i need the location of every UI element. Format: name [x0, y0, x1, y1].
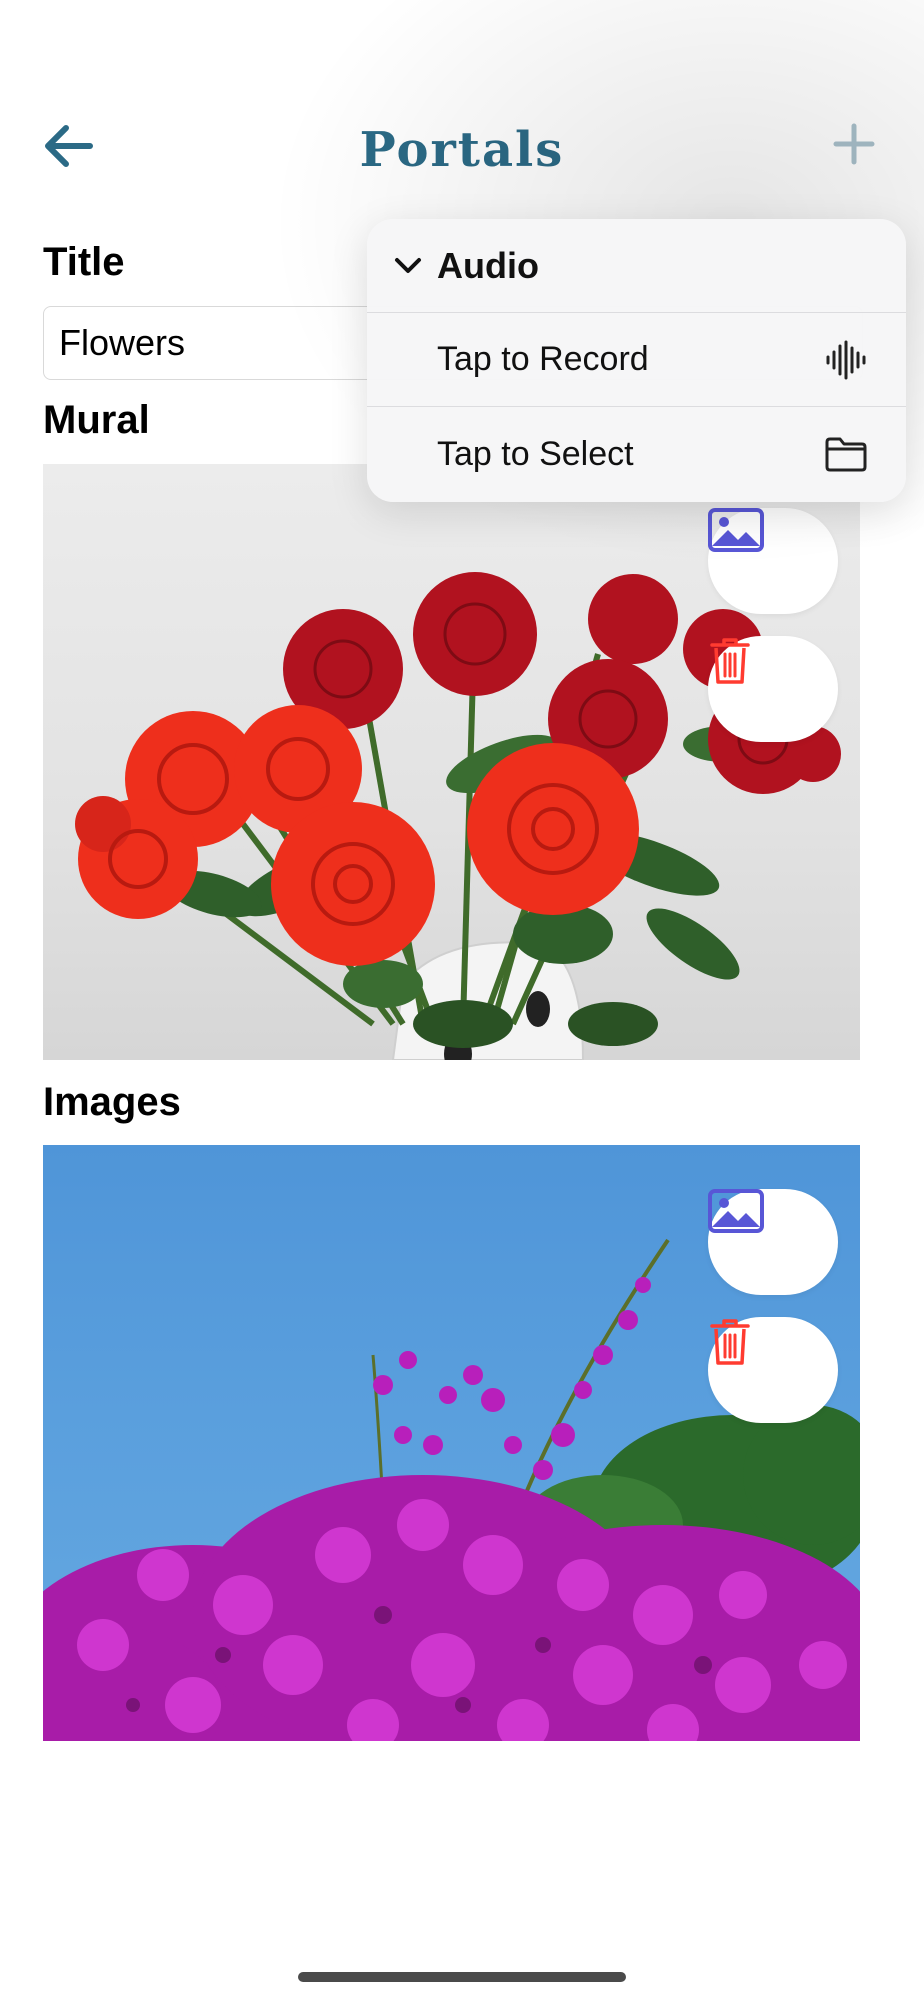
audio-menu-title: Audio — [437, 244, 539, 286]
images-label: Images — [43, 1080, 181, 1124]
images-delete-button[interactable] — [708, 1317, 838, 1423]
photo-icon — [708, 508, 764, 552]
trash-icon — [710, 638, 750, 684]
trash-icon — [710, 1319, 750, 1365]
menu-item-label: Tap to Select — [437, 434, 634, 473]
menu-item-label: Tap to Record — [437, 340, 649, 378]
title-label: Title — [43, 240, 125, 284]
folder-icon — [825, 437, 867, 472]
audio-menu: Audio Tap to Record Tap to Select — [367, 219, 906, 502]
mural-delete-button[interactable] — [708, 636, 838, 742]
images-change-image-button[interactable] — [708, 1189, 838, 1295]
waveform-icon — [826, 340, 866, 379]
mural-change-image-button[interactable] — [708, 508, 838, 614]
mural-image — [43, 464, 860, 1060]
nav-bar: Portals — [0, 0, 924, 200]
plus-icon — [833, 123, 875, 165]
images-image — [43, 1145, 860, 1741]
page-title: Portals — [359, 122, 565, 178]
home-indicator[interactable] — [298, 1972, 626, 1982]
photo-icon — [708, 1189, 764, 1233]
audio-menu-header[interactable]: Audio — [367, 219, 906, 313]
chevron-down-icon — [395, 258, 421, 273]
add-button[interactable] — [830, 120, 878, 168]
menu-item-record[interactable]: Tap to Record — [367, 313, 906, 407]
mural-label: Mural — [43, 398, 150, 442]
menu-item-select[interactable]: Tap to Select — [367, 407, 906, 501]
